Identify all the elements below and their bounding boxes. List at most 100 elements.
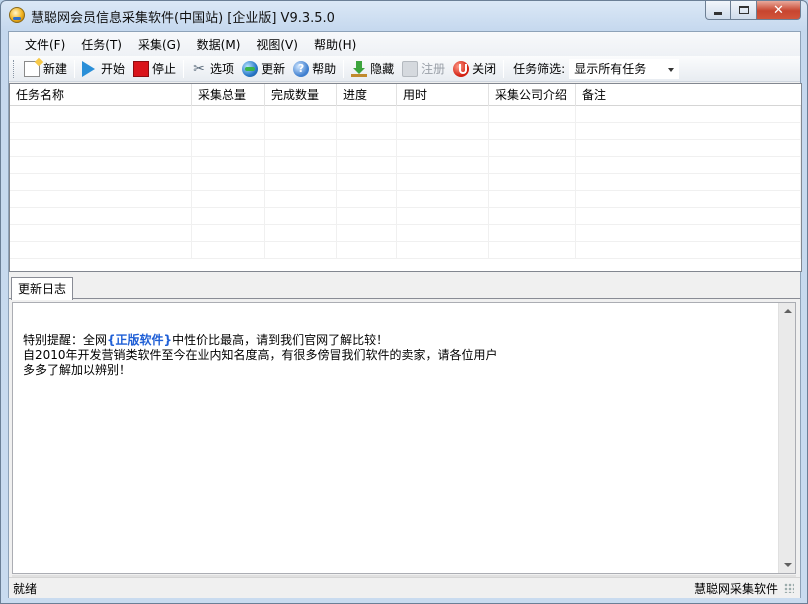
table-cell — [192, 242, 265, 259]
column-progress[interactable]: 进度 — [337, 84, 397, 106]
register-icon — [402, 60, 419, 77]
register-button[interactable]: 注册 — [398, 58, 449, 79]
menu-bar: 文件(F) 任务(T) 采集(G) 数据(M) 视图(V) 帮助(H) — [9, 32, 800, 56]
menu-collect[interactable]: 采集(G) — [130, 34, 189, 55]
column-task-name[interactable]: 任务名称 — [10, 84, 192, 106]
stop-button[interactable]: 停止 — [129, 58, 180, 79]
help-button[interactable]: ? 帮助 — [289, 58, 340, 79]
task-table[interactable]: 任务名称 采集总量 完成数量 进度 用时 采集公司介绍 备注 — [9, 83, 802, 272]
minimize-button[interactable] — [705, 1, 731, 20]
power-icon — [453, 60, 470, 77]
table-row[interactable] — [10, 157, 801, 174]
new-button[interactable]: 新建 — [20, 58, 71, 79]
table-cell — [265, 140, 337, 157]
log-line1-suffix: 中性价比最高，请到我们官网了解比较！ — [172, 333, 389, 347]
table-row[interactable] — [10, 191, 801, 208]
scroll-down-icon[interactable] — [784, 563, 792, 567]
update-log-panel[interactable]: 特别提醒：全网{正版软件}中性价比最高，请到我们官网了解比较！ 自2010年开发… — [12, 302, 796, 574]
table-cell — [397, 225, 489, 242]
table-cell — [337, 140, 397, 157]
start-button[interactable]: 开始 — [78, 58, 129, 79]
task-filter-label: 任务筛选: — [513, 62, 566, 76]
client-area: 文件(F) 任务(T) 采集(G) 数据(M) 视图(V) 帮助(H) 新建 开… — [8, 31, 802, 598]
hide-button-label: 隐藏 — [370, 62, 395, 76]
table-row[interactable] — [10, 242, 801, 259]
stop-button-label: 停止 — [152, 62, 177, 76]
toolbar-separator — [343, 59, 345, 78]
update-button-label: 更新 — [261, 62, 286, 76]
table-cell — [576, 174, 801, 191]
tab-update-log[interactable]: 更新日志 — [11, 277, 74, 300]
resize-grip-icon[interactable] — [784, 583, 794, 593]
table-cell — [489, 208, 576, 225]
column-time-used[interactable]: 用时 — [397, 84, 489, 106]
table-cell — [192, 140, 265, 157]
table-cell — [576, 208, 801, 225]
table-cell — [397, 157, 489, 174]
close-window-button[interactable]: ✕ — [757, 1, 801, 20]
log-line: 特别提醒：全网{正版软件}中性价比最高，请到我们官网了解比较！ — [23, 333, 498, 348]
column-completed[interactable]: 完成数量 — [265, 84, 337, 106]
table-cell — [337, 157, 397, 174]
table-cell — [192, 225, 265, 242]
table-cell — [265, 157, 337, 174]
table-cell — [10, 157, 192, 174]
table-cell — [10, 191, 192, 208]
menu-task[interactable]: 任务(T) — [73, 34, 130, 55]
table-cell — [576, 106, 801, 123]
column-company-intro[interactable]: 采集公司介绍 — [489, 84, 576, 106]
close-icon: ✕ — [773, 2, 784, 18]
table-cell — [489, 242, 576, 259]
title-bar[interactable]: 慧聪网会员信息采集软件(中国站) [企业版] V9.3.5.0 ✕ — [1, 1, 807, 31]
help-icon: ? — [293, 60, 310, 77]
table-row[interactable] — [10, 225, 801, 242]
status-app-name: 慧聪网采集软件 — [693, 581, 778, 596]
options-button-label: 选项 — [210, 62, 235, 76]
column-total[interactable]: 采集总量 — [192, 84, 265, 106]
menu-help[interactable]: 帮助(H) — [306, 34, 364, 55]
table-cell — [397, 123, 489, 140]
log-line: 自2010年开发营销类软件至今在业内知名度高，有很多傍冒我们软件的卖家，请各位用… — [23, 348, 498, 362]
new-document-icon — [24, 60, 40, 77]
task-table-body — [10, 106, 801, 259]
table-row[interactable] — [10, 208, 801, 225]
update-button[interactable]: 更新 — [238, 58, 289, 79]
table-cell — [576, 157, 801, 174]
table-row[interactable] — [10, 174, 801, 191]
status-text: 就绪 — [13, 581, 38, 596]
table-cell — [337, 208, 397, 225]
table-cell — [265, 225, 337, 242]
table-cell — [337, 123, 397, 140]
column-notes[interactable]: 备注 — [576, 84, 801, 106]
download-arrow-icon — [351, 60, 368, 77]
chevron-down-icon[interactable] — [668, 67, 675, 72]
toolbar-grip[interactable] — [13, 59, 16, 78]
table-cell — [192, 208, 265, 225]
menu-file[interactable]: 文件(F) — [17, 34, 73, 55]
close-button[interactable]: 关闭 — [449, 58, 500, 79]
table-cell — [576, 123, 801, 140]
table-cell — [397, 191, 489, 208]
options-button[interactable]: ✂ 选项 — [187, 58, 238, 79]
menu-data[interactable]: 数据(M) — [189, 34, 249, 55]
table-row[interactable] — [10, 140, 801, 157]
maximize-button[interactable] — [731, 1, 757, 20]
play-icon — [82, 60, 96, 77]
table-row[interactable] — [10, 106, 801, 123]
task-filter-select[interactable]: 显示所有任务 — [569, 58, 680, 79]
table-cell — [192, 191, 265, 208]
table-row[interactable] — [10, 123, 801, 140]
log-vertical-scrollbar[interactable] — [778, 303, 795, 573]
close-button-label: 关闭 — [472, 62, 497, 76]
menu-view[interactable]: 视图(V) — [248, 34, 306, 55]
task-table-header: 任务名称 采集总量 完成数量 进度 用时 采集公司介绍 备注 — [10, 84, 801, 106]
table-cell — [576, 191, 801, 208]
hide-button[interactable]: 隐藏 — [347, 58, 398, 79]
genuine-software-highlight: {正版软件} — [107, 333, 173, 347]
scroll-up-icon[interactable] — [784, 309, 792, 313]
table-cell — [337, 225, 397, 242]
app-logo-icon[interactable] — [9, 7, 25, 23]
log-line1-prefix: 特别提醒：全网 — [23, 333, 108, 347]
table-cell — [489, 174, 576, 191]
help-button-label: 帮助 — [312, 62, 337, 76]
